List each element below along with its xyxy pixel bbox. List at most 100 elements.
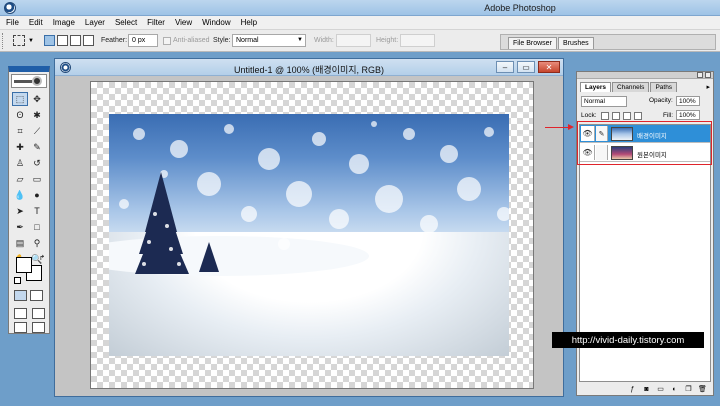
feather-label: Feather: [101,37,128,44]
menu-view[interactable]: View [175,18,192,27]
height-input[interactable] [400,34,435,47]
menu-filter[interactable]: Filter [147,18,165,27]
palette-minimize-button[interactable] [697,72,703,78]
tab-channels[interactable]: Channels [611,82,650,92]
trash-icon[interactable]: 🗑 [698,385,707,394]
tab-file-browser[interactable]: File Browser [508,37,557,49]
history-brush-tool-icon[interactable]: ↺ [29,156,45,170]
add-to-selection-icon[interactable] [57,35,68,46]
slice-tool-icon[interactable]: ⟋ [29,124,45,138]
menu-edit[interactable]: Edit [29,18,43,27]
layer-row[interactable]: 👁 ✎ 배경이미지 [580,125,710,143]
close-button[interactable]: ✕ [538,61,560,73]
options-bar-grip[interactable] [2,33,5,49]
lock-label: Lock: [581,112,597,119]
default-colors-icon[interactable] [14,277,21,284]
intersect-selection-icon[interactable] [83,35,94,46]
pen-tool-icon[interactable]: ✒ [12,220,28,234]
screen-modes [14,308,47,333]
menu-select[interactable]: Select [115,18,137,27]
brush-icon[interactable]: ✎ [596,126,608,141]
magic-wand-tool-icon[interactable]: ✱ [29,108,45,122]
tab-brushes[interactable]: Brushes [558,37,594,49]
annotation-arrow-head [568,124,574,130]
eye-logo-icon [32,76,42,86]
layer-thumbnail [611,146,633,160]
jump-to-imageready-icon[interactable] [32,322,45,333]
menu-layer[interactable]: Layer [85,18,105,27]
menu-bar: File Edit Image Layer Select Filter View… [0,16,720,30]
app-title: Adobe Photoshop [484,3,556,13]
chevron-down-icon: ▼ [297,37,303,43]
add-mask-icon[interactable]: ◙ [642,385,651,394]
move-tool-icon[interactable]: ✥ [29,92,45,106]
maximize-button[interactable]: ▭ [517,61,535,73]
new-layer-set-icon[interactable]: ▭ [656,385,665,394]
dodge-tool-icon[interactable]: ● [29,188,45,202]
notes-tool-icon[interactable]: ▤ [12,236,28,250]
style-select-value: Normal [236,37,259,44]
foreground-color[interactable] [16,257,32,273]
palette-close-button[interactable] [705,72,711,78]
tool-preset-arrow-icon[interactable]: ▼ [28,38,34,44]
full-screen-mode-icon[interactable] [14,322,27,333]
style-select[interactable]: Normal ▼ [232,34,306,47]
eye-icon[interactable]: 👁 [581,145,595,160]
canvas[interactable] [90,81,534,389]
crop-tool-icon[interactable]: ⌗ [12,124,28,138]
tool-preset-icon[interactable] [13,35,25,46]
feather-input[interactable]: 0 px [128,34,158,47]
layer-style-icon[interactable]: ƒ [628,385,637,394]
menu-help[interactable]: Help [241,18,257,27]
brush-tool-icon[interactable]: ✎ [29,140,45,154]
layer-row[interactable]: 👁 원본이미지 [580,144,710,162]
eye-icon[interactable]: 👁 [581,126,595,141]
antialiased-label: Anti-aliased [173,37,210,44]
palette-menu-icon[interactable]: ▸ [706,83,710,91]
document-title-bar[interactable]: Untitled-1 @ 100% (배경이미지, RGB) – ▭ ✕ [55,59,563,76]
watermark: http://vivid-daily.tistory.com [552,332,704,348]
quick-mask-mode-icon[interactable] [30,290,43,301]
eraser-tool-icon[interactable]: ▱ [12,172,28,186]
antialiased-checkbox[interactable] [163,37,171,45]
menu-file[interactable]: File [6,18,19,27]
layer-name[interactable]: 배경이미지 [637,130,667,140]
tool-grid: ⬚ ✥ ʘ ✱ ⌗ ⟋ ✚ ✎ ♙ ↺ ▱ ▭ 💧 ● ➤ T ✒ □ ▤ ⚲ … [12,92,46,266]
link-slot[interactable] [596,145,608,160]
shape-tool-icon[interactable]: □ [29,220,45,234]
lasso-tool-icon[interactable]: ʘ [12,108,28,122]
tab-paths[interactable]: Paths [650,82,678,92]
menu-window[interactable]: Window [202,18,230,27]
type-tool-icon[interactable]: T [29,204,45,218]
blur-tool-icon[interactable]: 💧 [12,188,28,202]
layer-name[interactable]: 원본이미지 [637,149,667,159]
opacity-input[interactable]: 100% [676,96,700,106]
subtract-from-selection-icon[interactable] [70,35,81,46]
minimize-button[interactable]: – [496,61,514,73]
lock-transparency-icon[interactable] [601,112,609,120]
fill-input[interactable]: 100% [676,110,700,120]
standard-mode-icon[interactable] [14,290,27,301]
swap-colors-icon[interactable]: ↱ [39,254,45,262]
healing-brush-tool-icon[interactable]: ✚ [12,140,28,154]
photoshop-logo[interactable] [11,74,47,88]
tab-layers[interactable]: Layers [580,82,611,92]
lock-image-icon[interactable] [612,112,620,120]
full-screen-menu-mode-icon[interactable] [32,308,45,319]
lock-all-icon[interactable] [634,112,642,120]
palette-title-bar[interactable] [577,72,713,79]
width-input[interactable] [336,34,371,47]
adjustment-layer-icon[interactable]: ◐ [670,385,679,394]
standard-screen-mode-icon[interactable] [14,308,27,319]
eyedropper-tool-icon[interactable]: ⚲ [29,236,45,250]
lock-position-icon[interactable] [623,112,631,120]
menu-image[interactable]: Image [53,18,75,27]
clone-stamp-tool-icon[interactable]: ♙ [12,156,28,170]
new-selection-icon[interactable] [44,35,55,46]
path-selection-tool-icon[interactable]: ➤ [12,204,28,218]
blend-mode-select[interactable]: Normal [581,96,627,107]
marquee-tool-icon[interactable]: ⬚ [12,92,28,106]
new-layer-icon[interactable]: ❐ [684,385,693,394]
layer-thumbnail [611,127,633,141]
gradient-tool-icon[interactable]: ▭ [29,172,45,186]
